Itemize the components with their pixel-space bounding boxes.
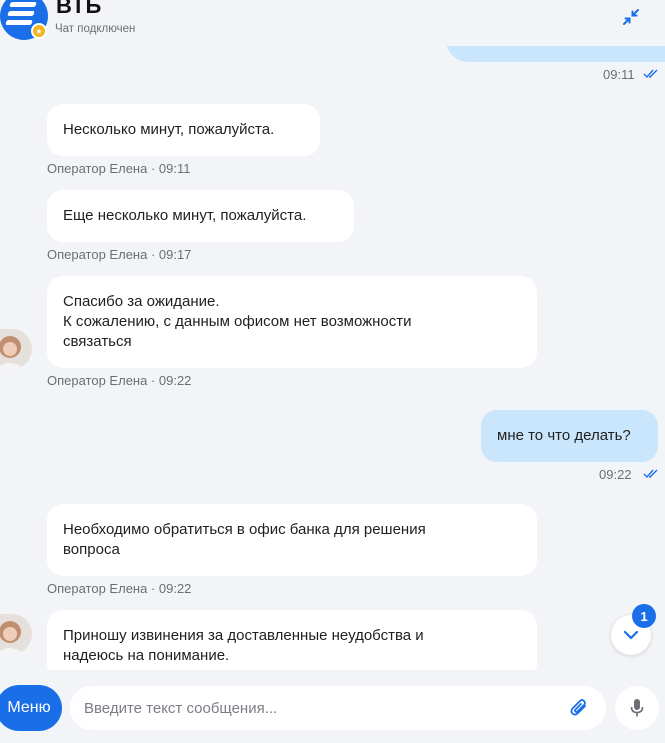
message-text-line: Приношу извинения за доставленные неудоб… [63, 627, 424, 644]
paperclip-icon[interactable] [568, 697, 590, 719]
message-text-line: Спасибо за ожидание. [63, 293, 220, 310]
incoming-message-bubble: Спасибо за ожидание. К сожалению, с данн… [47, 276, 537, 368]
message-text-line: вопроса [63, 541, 120, 558]
message-meta: Оператор Елена · 09:22 [47, 581, 192, 596]
message-text: Несколько минут, пожалуйста. [63, 121, 275, 138]
incoming-message-bubble: Необходимо обратиться в офис банка для р… [47, 504, 537, 576]
message-input[interactable] [84, 686, 554, 730]
unread-count-badge: 1 [632, 604, 656, 628]
collapse-icon[interactable] [622, 8, 640, 26]
chat-header: ★ ВТБ Чат подключен [0, 0, 665, 46]
incoming-message-bubble: Несколько минут, пожалуйста. [47, 104, 320, 156]
message-meta: Оператор Елена · 09:17 [47, 247, 192, 262]
message-text-line: связаться [63, 333, 132, 350]
microphone-icon [630, 699, 644, 717]
operator-avatar [0, 329, 32, 369]
message-time: 09:11 [603, 67, 635, 82]
microphone-button[interactable] [615, 686, 659, 730]
double-check-icon [643, 69, 658, 79]
message-meta: Оператор Елена · 09:22 [47, 373, 192, 388]
message-text: Еще несколько минут, пожалуйста. [63, 207, 307, 224]
menu-button[interactable]: Меню [0, 685, 62, 731]
incoming-message-bubble: Еще несколько минут, пожалуйста. [47, 190, 354, 242]
message-text-line: надеюсь на понимание. [63, 647, 230, 664]
outgoing-message-bubble: мне то что делать? [481, 410, 658, 462]
operator-avatar [0, 614, 32, 654]
star-badge-icon: ★ [31, 23, 47, 39]
message-input-container [70, 686, 606, 730]
message-text: мне то что делать? [497, 427, 631, 444]
message-text-line: Необходимо обратиться в офис банка для р… [63, 521, 426, 538]
chevron-down-icon [623, 630, 639, 640]
connection-status: Чат подключен [55, 23, 136, 35]
double-check-icon [643, 469, 658, 479]
chat-title: ВТБ [56, 0, 102, 18]
message-time: 09:22 [599, 467, 632, 482]
message-text-line: К сожалению, с данным офисом нет возможн… [63, 313, 412, 330]
message-meta: Оператор Елена · 09:11 [47, 161, 191, 176]
